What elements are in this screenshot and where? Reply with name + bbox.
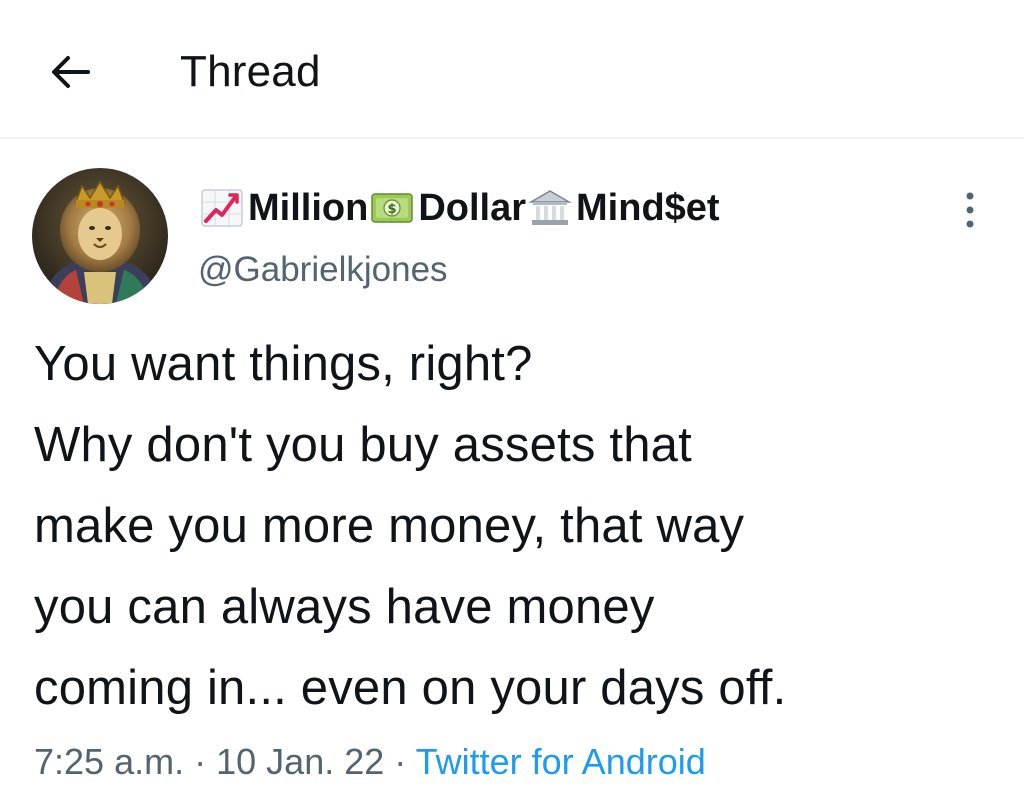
author-display-name[interactable]: Million $ Dollar Mind$et [198,182,720,234]
thread-header: Thread [0,0,1024,139]
more-options-button[interactable] [948,186,992,234]
tweet-text-line: Why don't you buy assets that [34,418,692,472]
tweet-source-link[interactable]: Twitter for Android [416,741,706,782]
arrow-left-icon [52,56,90,88]
tweet-date[interactable]: 10 Jan. 22 [216,741,384,782]
tweet-text-line: you can always have money [34,580,655,634]
chart-increasing-icon [201,189,243,227]
svg-text:$: $ [388,202,397,217]
tweet-text: You want things, right? Why don't you bu… [34,324,994,729]
tweet-text-line: coming in... even on your days off. [34,661,787,715]
name-part-3: Mind$et [576,186,720,229]
more-vertical-icon [966,192,974,228]
tweet-text-line: make you more money, that way [34,499,745,553]
back-button[interactable] [38,44,102,100]
tweet-metadata: 7:25 a.m. · 10 Jan. 22 · Twitter for And… [34,738,706,786]
tweet-time[interactable]: 7:25 a.m. [34,741,184,782]
meta-separator: · [194,741,207,782]
tweet-text-line: You want things, right? [34,337,533,391]
avatar[interactable] [32,168,168,304]
name-part-2: Dollar [418,186,527,229]
page-title: Thread [180,47,321,96]
name-part-1: Million [248,186,369,229]
author-handle[interactable]: @Gabrielkjones [198,248,448,292]
meta-separator: · [394,741,407,782]
dollar-banknote-icon: $ [371,193,414,223]
bank-icon [528,190,572,225]
